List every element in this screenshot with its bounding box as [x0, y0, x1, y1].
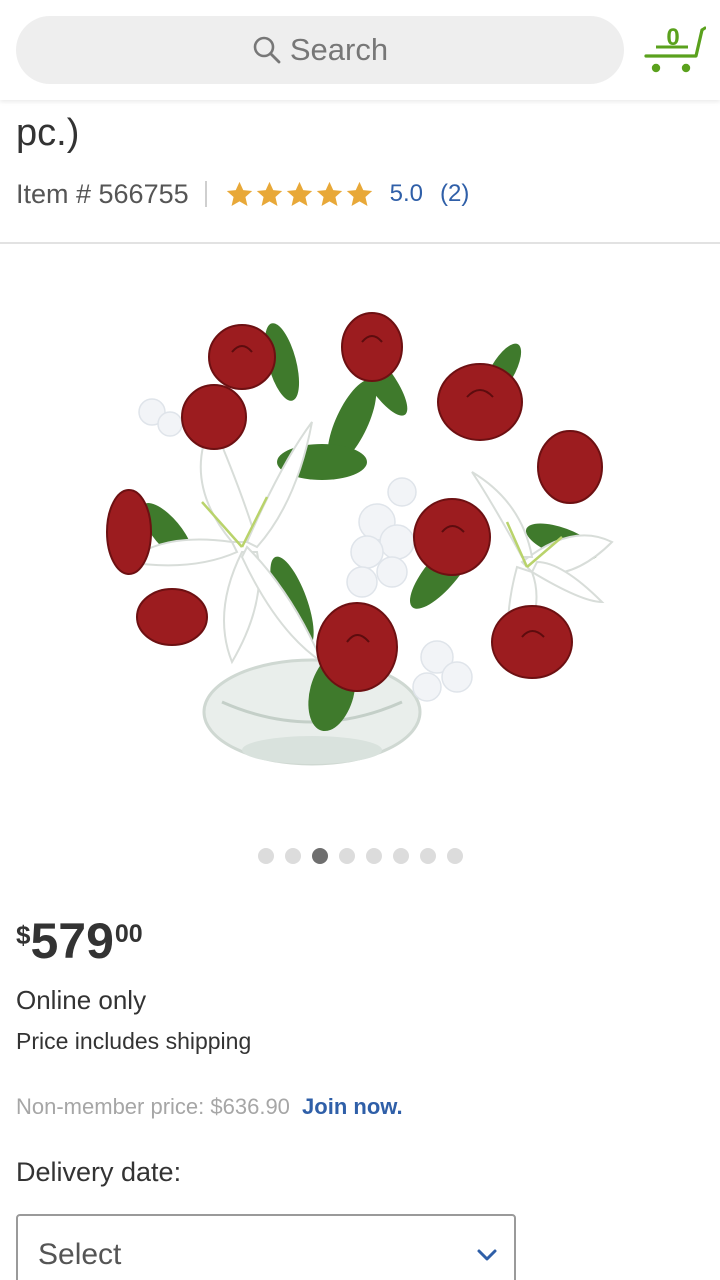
cart-button[interactable]: 0: [644, 22, 707, 76]
carousel-dot[interactable]: [258, 848, 274, 864]
top-bar: Search 0: [0, 0, 720, 100]
star-icon: [256, 181, 282, 206]
section-divider: [0, 242, 720, 244]
product-meta: Item # 566755 5.0 (2): [16, 175, 469, 213]
search-icon: [253, 36, 281, 64]
shipping-note: Price includes shipping: [16, 1028, 252, 1054]
price-cents: 00: [114, 920, 143, 948]
carousel-dot[interactable]: [285, 848, 301, 864]
star-icon: [316, 181, 342, 206]
carousel-dot[interactable]: [339, 848, 355, 864]
carousel-dot-active[interactable]: [312, 848, 328, 864]
price-dollars: 579: [30, 913, 114, 969]
meta-divider: [204, 181, 207, 207]
carousel-dot[interactable]: [447, 848, 463, 864]
flower-bouquet-image: [92, 272, 622, 812]
availability-label: Online only: [16, 985, 147, 1015]
search-input[interactable]: Search: [16, 16, 624, 84]
star-icon: [226, 181, 252, 206]
delivery-date-select[interactable]: Select: [16, 1214, 516, 1280]
search-placeholder: Search: [289, 32, 389, 67]
delivery-date-value: Select: [38, 1238, 122, 1271]
review-count-link[interactable]: (2): [440, 180, 469, 208]
star-icon: [286, 181, 312, 206]
nonmember-price-text: Non-member price: $636.90: [16, 1094, 290, 1119]
product-image[interactable]: [92, 272, 622, 812]
carousel-dot[interactable]: [420, 848, 436, 864]
product-price: $ 579 00: [16, 914, 143, 968]
carousel-dot[interactable]: [366, 848, 382, 864]
carousel-dot[interactable]: [393, 848, 409, 864]
image-carousel-dots[interactable]: [258, 848, 463, 864]
chevron-down-icon: [477, 1249, 497, 1261]
rating-value[interactable]: 5.0: [390, 180, 423, 208]
join-now-link[interactable]: Join now.: [302, 1094, 403, 1119]
nonmember-price: Non-member price: $636.90 Join now.: [16, 1094, 403, 1120]
delivery-date-label: Delivery date:: [16, 1157, 182, 1187]
price-currency: $: [16, 920, 31, 950]
star-icon: [346, 181, 372, 206]
cart-count: 0: [666, 24, 680, 51]
rating-stars[interactable]: [225, 180, 374, 209]
item-number: Item # 566755: [16, 178, 189, 209]
product-title: pc.): [16, 112, 80, 154]
